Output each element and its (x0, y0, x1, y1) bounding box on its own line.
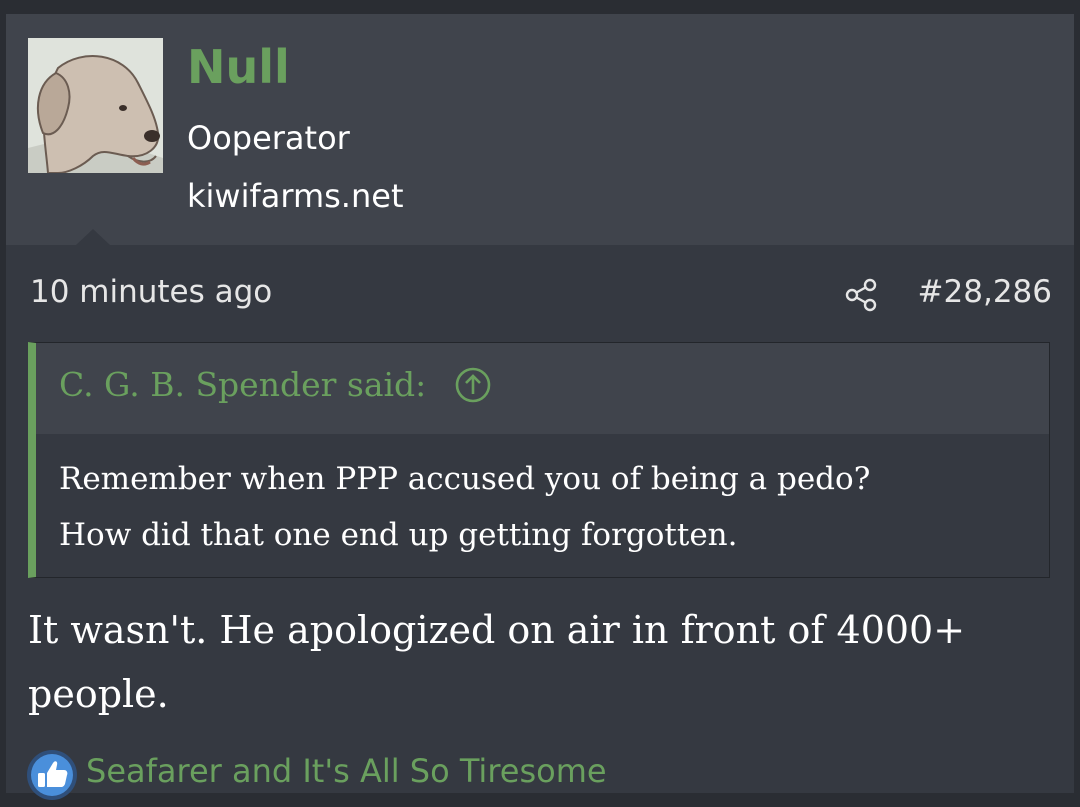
user-title: Ooperator (187, 119, 350, 157)
reaction-users[interactable]: Seafarer and It's All So Tiresome (86, 755, 607, 787)
share-icon[interactable] (844, 277, 880, 313)
quote-line: How did that one end up getting forgotte… (59, 517, 738, 553)
arrow-up-circle-icon[interactable] (453, 365, 493, 405)
user-site: kiwifarms.net (187, 177, 404, 215)
post-time[interactable]: 10 minutes ago (30, 277, 272, 308)
top-bar (0, 0, 1080, 14)
like-icon[interactable] (26, 749, 78, 801)
quote-line: Remember when PPP accused you of being a… (59, 461, 871, 497)
user-block-pointer (76, 229, 110, 245)
quote-block: C. G. B. Spender said: Remember when PPP… (28, 342, 1050, 578)
post-number[interactable]: #28,286 (918, 277, 1052, 308)
quote-text: Remember when PPP accused you of being a… (59, 451, 1039, 563)
dog-avatar-icon (28, 38, 163, 173)
message-line: It wasn't. He apologized on air in front… (28, 608, 966, 652)
username[interactable]: Null (187, 44, 290, 90)
message-line: people. (28, 672, 169, 716)
post-message: It wasn't. He apologized on air in front… (28, 598, 1058, 726)
quote-author[interactable]: C. G. B. Spender said: (59, 365, 426, 405)
user-block: Null Ooperator kiwifarms.net (6, 14, 1074, 245)
avatar[interactable] (28, 38, 163, 173)
quote-header: C. G. B. Spender said: (36, 343, 1049, 434)
post: Null Ooperator kiwifarms.net 10 minutes … (6, 14, 1074, 800)
